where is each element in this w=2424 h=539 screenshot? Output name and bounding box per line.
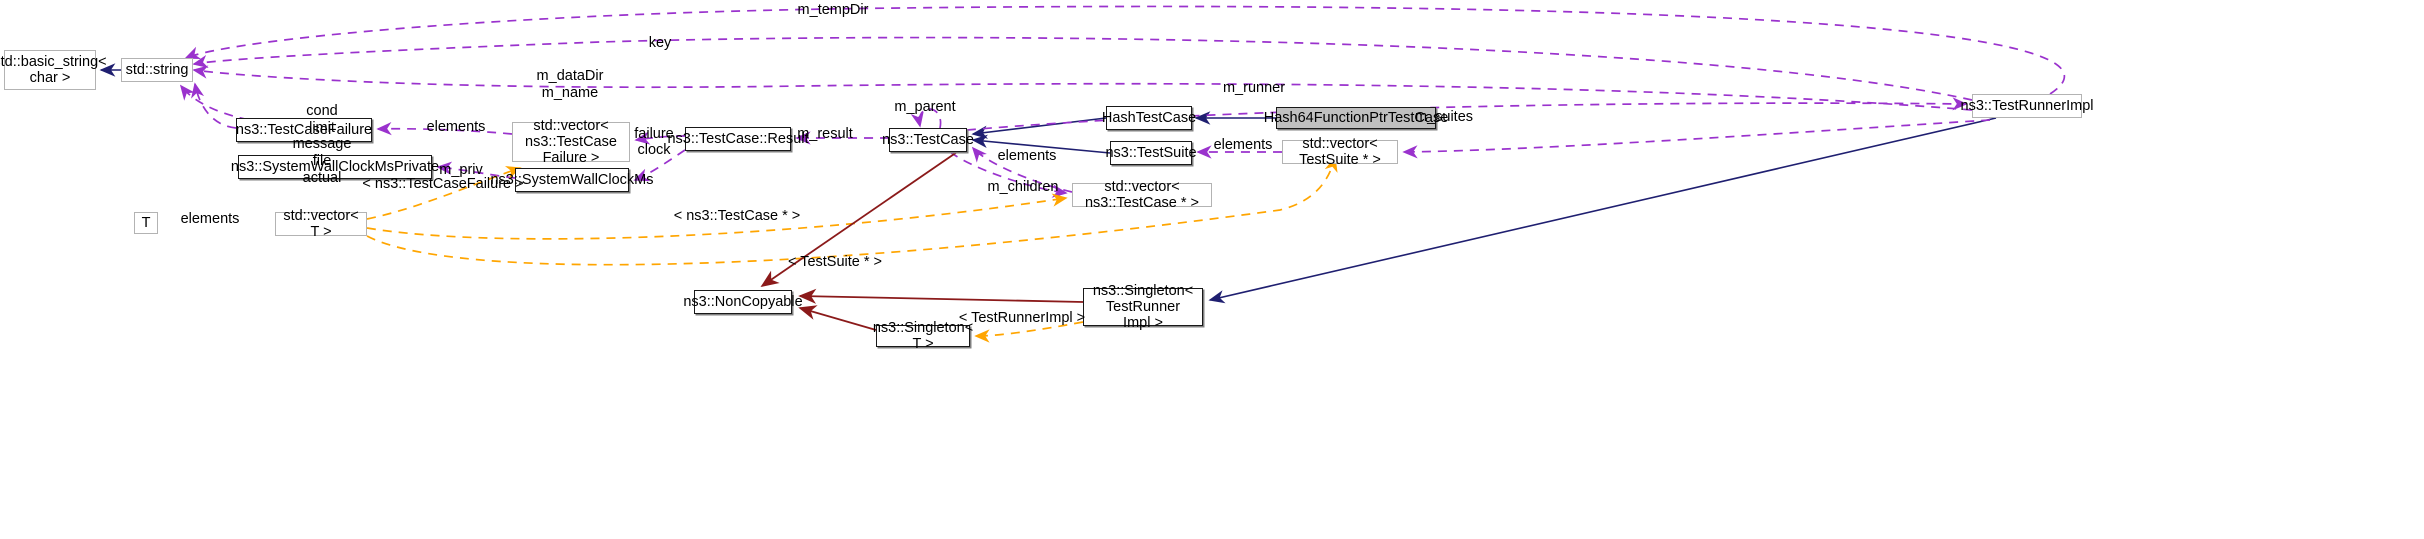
node-ns3-noncopyable[interactable]: ns3::NonCopyable [683, 290, 803, 314]
node-std-basic-string[interactable]: std::basic_string< char > [0, 50, 107, 90]
collaboration-diagram: std::basic_string< char > std::string ns… [0, 0, 2424, 539]
edge-label-elements-testcase: elements [997, 148, 1057, 164]
edge-label-template-testrunnerimpl: < TestRunnerImpl > [958, 310, 1086, 326]
edge-label-m-suites: m_suites [1414, 109, 1474, 125]
edge-label-key: key [648, 35, 672, 51]
edge-label-elements-testsuite: elements [1213, 137, 1273, 153]
node-std-vector-testcasefailure[interactable]: std::vector< ns3::TestCase Failure > [512, 118, 630, 166]
node-t[interactable]: T [134, 212, 158, 234]
node-hash64functionptrtestcase[interactable]: Hash64FunctionPtrTestCase [1264, 107, 1448, 129]
edge-label-elements-t: elements [180, 211, 240, 227]
node-ns3-singleton-testrunnerimpl[interactable]: ns3::Singleton< TestRunner Impl > [1083, 283, 1203, 331]
node-hashtestcase[interactable]: HashTestCase [1102, 106, 1196, 130]
node-ns3-testsuite[interactable]: ns3::TestSuite [1105, 141, 1197, 165]
edge-label-clock: clock [637, 142, 671, 158]
edge-label-template-testcasefailure: < ns3::TestCaseFailure > [362, 176, 524, 192]
edge-label-failure: failure [634, 126, 674, 142]
node-std-vector-testsuite-ptr[interactable]: std::vector< TestSuite * > [1282, 136, 1398, 168]
edge-label-template-testcase-ptr: < ns3::TestCase * > [673, 208, 801, 224]
node-ns3-testrunnerimpl[interactable]: ns3::TestRunnerImpl [1961, 94, 2094, 118]
node-ns3-systemwallclockms[interactable]: ns3::SystemWallClockMs [490, 168, 654, 192]
node-std-string[interactable]: std::string [121, 58, 193, 82]
diagram-edges [99, 5, 2066, 343]
edge-label-m-parent: m_parent [894, 99, 956, 115]
edge-label-m-children: m_children [987, 179, 1059, 195]
edge-label-m-runner: m_runner [1222, 80, 1286, 96]
edge-label-elements-testcasefailure: elements [426, 119, 486, 135]
node-ns3-singleton-t[interactable]: ns3::Singleton< T > [873, 320, 973, 352]
edge-label-template-testsuite-ptr: < TestSuite * > [787, 254, 883, 270]
edge-label-m-datadir-m-name: m_dataDir m_name [536, 68, 604, 101]
node-std-vector-testcase-ptr[interactable]: std::vector< ns3::TestCase * > [1072, 179, 1212, 211]
node-ns3-testcase-result[interactable]: ns3::TestCase::Result [667, 127, 809, 151]
node-std-vector-t[interactable]: std::vector< T > [275, 208, 367, 240]
edge-label-m-tempdir: m_tempDir [797, 2, 869, 18]
edge-label-testcasefailure-fields: cond limit message file actual [292, 103, 352, 186]
edge-label-m-result: m_result [797, 126, 853, 142]
node-ns3-testcase[interactable]: ns3::TestCase [882, 128, 974, 152]
